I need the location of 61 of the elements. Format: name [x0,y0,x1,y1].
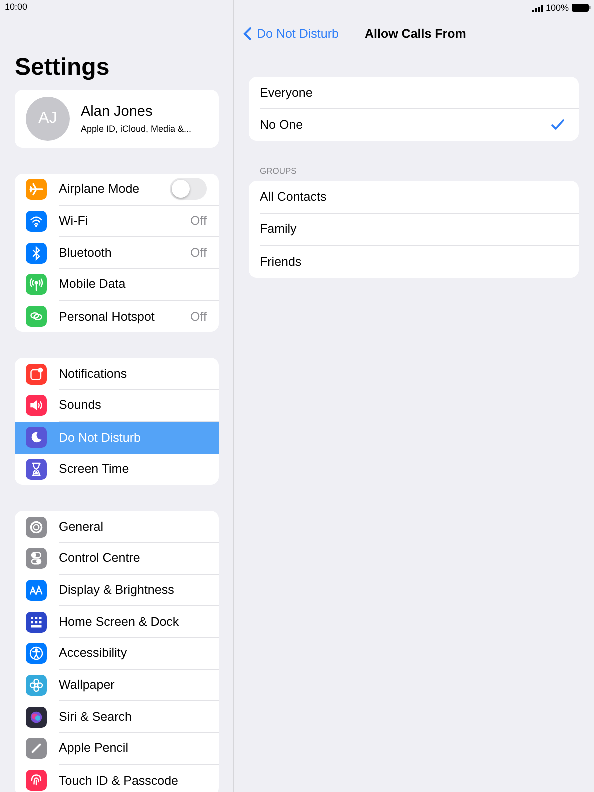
settings-item[interactable]: Accessibility [15,638,219,670]
option-row[interactable]: No One [260,109,579,142]
signal-icon [532,4,543,12]
settings-item[interactable]: Bluetooth Off [15,237,219,270]
item-label: Wallpaper [59,678,115,692]
item-label: Control Centre [59,551,140,566]
item-label: Touch ID & Passcode [59,774,179,788]
item-label: Mobile Data [59,277,126,292]
item-label: Display & Brightness [59,582,174,597]
settings-item[interactable]: Notifications [15,358,219,390]
profile-subtitle: Apple ID, iCloud, Media &... [81,124,192,134]
item-label: Bluetooth [59,246,112,260]
battery-percentage: 100% [546,3,569,13]
settings-item[interactable]: Wallpaper [15,670,219,702]
settings-item[interactable]: Control Centre [15,542,219,575]
option-label: Family [260,222,297,236]
item-label: Personal Hotspot [59,310,155,324]
option-label: All Contacts [260,190,327,204]
settings-item[interactable]: Home Screen & Dock [15,606,219,638]
item-label: Siri & Search [59,710,132,724]
item-label: General [59,520,104,534]
item-label: Screen Time [59,462,130,476]
settings-item[interactable]: Touch ID & Passcode [15,764,219,792]
item-value: Off [190,310,207,324]
item-label: Accessibility [59,646,128,660]
section-header: GROUPS [260,166,298,176]
settings-item[interactable]: Display & Brightness [15,574,219,606]
option-row[interactable]: All Contacts [260,181,579,214]
profile-card[interactable]: AJ Alan Jones Apple ID, iCloud, Media &... [15,90,219,148]
chevron-icon [243,26,252,40]
item-label: Airplane Mode [59,182,140,196]
option-label: Everyone [260,86,313,100]
settings-item[interactable]: Apple Pencil [15,733,219,765]
checkmark-icon [551,119,565,132]
page-title: Settings [15,54,111,83]
option-row[interactable]: Everyone [260,77,579,110]
battery-icon [572,4,591,12]
item-label: Do Not Disturb [59,430,141,445]
toggle-switch[interactable] [170,178,207,200]
item-label: Sounds [59,398,102,412]
settings-item[interactable]: Wi-Fi Off [15,206,219,238]
settings-item[interactable]: General [15,511,219,543]
item-value: Off [190,214,207,228]
settings-item[interactable]: Airplane Mode [15,174,219,206]
nav-title: Allow Calls From [365,26,466,40]
option-row[interactable]: Family [260,214,579,246]
item-value: Off [190,246,207,260]
item-label: Wi-Fi [59,214,88,228]
settings-item[interactable]: Mobile Data [15,269,219,301]
item-label: Home Screen & Dock [59,614,180,629]
settings-item[interactable]: Screen Time [15,454,219,486]
profile-name: Alan Jones [81,104,154,120]
option-label: No One [260,118,304,132]
status-time: 10:00 [5,2,28,12]
item-label: Apple Pencil [59,741,128,756]
option-label: Friends [260,254,302,269]
avatar: AJ [26,97,70,141]
settings-item[interactable]: Personal Hotspot Off [15,300,219,332]
item-label: Notifications [59,366,128,381]
option-row[interactable]: Friends [260,246,579,278]
settings-item[interactable]: Siri & Search [15,701,219,733]
